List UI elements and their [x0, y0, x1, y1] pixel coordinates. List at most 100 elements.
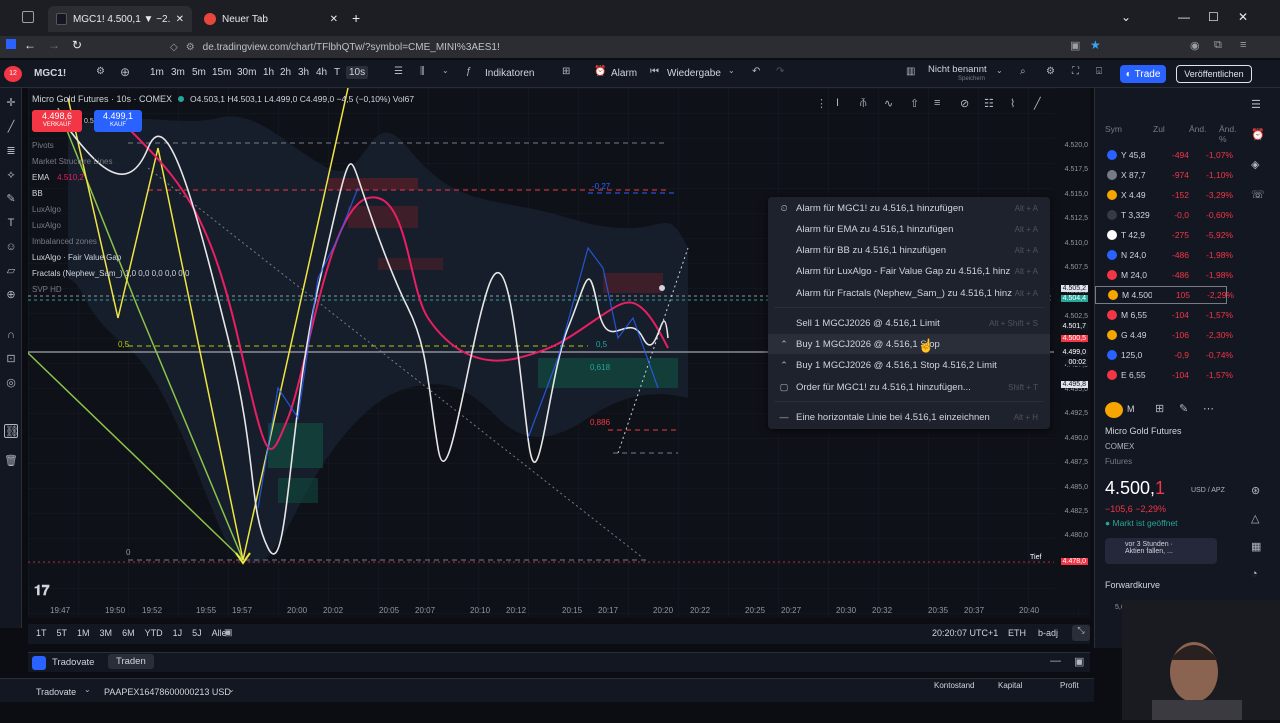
watchlist-gear-icon[interactable]: ⚙: [96, 66, 105, 77]
watchlist-row[interactable]: M 24,0 -486 -1,98%: [1095, 266, 1245, 284]
indicator-pivots[interactable]: Pivots: [32, 138, 189, 154]
text-icon[interactable]: T: [4, 216, 18, 230]
menu-item-horizontal-line[interactable]: — Eine horizontale Linie bei 4.516,1 einz…: [768, 407, 1050, 427]
col-change-pct[interactable]: Änd. %: [1219, 124, 1245, 144]
sell-button[interactable]: 4.498,6 VERKAUF: [32, 110, 82, 132]
menu-item-alarm-ema[interactable]: Alarm für EMA zu 4.516,1 hinzufügen Alt +…: [768, 219, 1050, 239]
watchlist-row[interactable]: 125,0 -0,9 -0,74%: [1095, 346, 1245, 364]
brush-icon[interactable]: ✎: [4, 192, 18, 206]
candles-icon[interactable]: ⫼: [420, 66, 425, 77]
arrow-up-tool-icon[interactable]: ⇧: [910, 97, 919, 110]
range-6m[interactable]: 6M: [122, 628, 135, 638]
range-1m[interactable]: 1M: [77, 628, 90, 638]
grid-icon[interactable]: ⊞: [1155, 402, 1164, 415]
indicators-button[interactable]: Indikatoren: [485, 68, 534, 79]
buy-button[interactable]: 4.499,1 KAUF: [94, 110, 142, 132]
watchlist-row[interactable]: E 6,55 -104 -1,57%: [1095, 366, 1245, 384]
timeframe-2h[interactable]: 2h: [280, 67, 291, 78]
ideas-icon[interactable]: △: [1251, 512, 1259, 525]
trade-button[interactable]: ◐ Trade: [1120, 65, 1166, 83]
timeframe-4h[interactable]: 4h: [316, 67, 327, 78]
reload-icon[interactable]: ↻: [72, 38, 82, 52]
menu-item-buy-stop[interactable]: ⌃ Buy 1 MGCJ2026 @ 4.516,1 Stop: [768, 334, 1050, 354]
minimize-panel-icon[interactable]: —: [1050, 655, 1061, 667]
profile-icon[interactable]: ◉: [1190, 39, 1200, 52]
col-change[interactable]: Änd.: [1189, 124, 1207, 134]
sidebar-icon[interactable]: [6, 39, 16, 49]
news-item[interactable]: vor 3 Stunden · Aktien fallen, ...: [1105, 538, 1217, 564]
site-settings-icon[interactable]: ⚙: [186, 42, 195, 53]
clock-time[interactable]: 20:20:07 UTC+1: [932, 628, 998, 638]
watchlist-row[interactable]: M 6,55 -104 -1,57%: [1095, 306, 1245, 324]
line-tool-icon[interactable]: ╱: [1034, 97, 1041, 110]
tab-new[interactable]: Neuer Tab ✕: [196, 6, 346, 32]
tab-tradingview[interactable]: MGC1! 4.500,1 ▼ −2.29% Nicht ✕: [48, 6, 192, 32]
watchlist-icon[interactable]: ☰: [1251, 98, 1261, 111]
menu-item-alarm-fractals[interactable]: Alarm für Fractals (Nephew_Sam_) zu 4.51…: [768, 283, 1050, 303]
watchlist-row[interactable]: G 4.49 -106 -2,30%: [1095, 326, 1245, 344]
back-icon[interactable]: ←: [24, 38, 36, 52]
chevron-down-icon[interactable]: ⌄: [1121, 10, 1131, 24]
detail-name[interactable]: Micro Gold Futures: [1105, 426, 1182, 436]
alerts-icon[interactable]: ⏰: [1251, 128, 1265, 141]
timeframe-1m[interactable]: 1m: [150, 67, 164, 78]
pattern-icon[interactable]: ⟡: [4, 168, 18, 182]
maximize-panel-icon[interactable]: ▣: [1074, 655, 1084, 668]
indicator-luxalgo[interactable]: LuxAlgo: [32, 202, 189, 218]
chevron-down-icon[interactable]: ⌄: [228, 685, 235, 694]
menu-item-sell-limit[interactable]: Sell 1 MGCJ2026 @ 4.516,1 Limit Alt + Shi…: [768, 313, 1050, 333]
menu-item-alarm-symbol[interactable]: ⏲ Alarm für MGC1! zu 4.516,1 hinzufügen Al…: [768, 198, 1050, 218]
layers-icon[interactable]: ◈: [1251, 158, 1259, 171]
account-broker[interactable]: Tradovate: [36, 687, 76, 697]
menu-item-alarm-fvg[interactable]: Alarm für LuxAlgo - Fair Value Gap zu 4.…: [768, 261, 1050, 281]
close-icon[interactable]: ✕: [330, 14, 338, 25]
bookmark-star-icon[interactable]: ★: [1090, 38, 1101, 52]
alarm-button[interactable]: Alarm: [611, 68, 637, 79]
fib-tool-icon[interactable]: ≡: [934, 97, 940, 109]
minimize-icon[interactable]: —: [1178, 10, 1190, 24]
price-axis[interactable]: 4.520,0 4.517,5 4.515,0 4.512,5 4.510,0 4.507…: [1030, 88, 1090, 608]
close-icon[interactable]: ✕: [176, 14, 184, 25]
wave-tool-icon[interactable]: ∿: [884, 97, 893, 110]
timeframe-1h[interactable]: 1h: [263, 67, 274, 78]
fork-tool-icon[interactable]: ⫚: [860, 97, 867, 110]
broker-name[interactable]: Tradovate: [52, 657, 94, 668]
screenshot-icon[interactable]: ▣: [1070, 39, 1080, 52]
timeframe-15m[interactable]: 15m: [212, 67, 231, 78]
fullscreen-icon[interactable]: ⛶: [1072, 66, 1079, 77]
menu-item-add-order[interactable]: ▢ Order für MGC1! zu 4.516,1 hinzufügen..…: [768, 377, 1050, 397]
crosshair-icon[interactable]: ✛: [4, 96, 18, 110]
watchlist-row[interactable]: N 24,0 -486 -1,98%: [1095, 246, 1245, 264]
indicator-bb[interactable]: BB: [32, 186, 189, 202]
watchlist-row[interactable]: T 3,329 -0,0 -0,60%: [1095, 206, 1245, 224]
watchlist-row[interactable]: X 87,7 -974 -1,10%: [1095, 166, 1245, 184]
indicator-fractals[interactable]: Fractals (Nephew_Sam_) 1,0 0,0 0,0 0,0 0…: [32, 266, 189, 282]
link-icon[interactable]: ⛓: [4, 424, 19, 438]
auto-scale-icon[interactable]: ⤡: [1072, 625, 1090, 641]
text-tool-icon[interactable]: I: [836, 97, 839, 109]
brush-tool-icon[interactable]: ⌇: [1010, 97, 1015, 110]
forward-icon[interactable]: →: [48, 38, 60, 52]
calendar-icon[interactable]: ▦: [1251, 540, 1261, 553]
watchlist-row[interactable]: M 4.500 105 -2,29%: [1095, 286, 1234, 304]
edit-icon[interactable]: ✎: [1179, 402, 1188, 415]
signal-icon[interactable]: ◔: [1251, 568, 1258, 580]
url-field[interactable]: ◇ ⚙ de.tradingview.com/chart/TFlbhQTw/?s…: [170, 38, 1110, 56]
hotlist-icon[interactable]: ⊛: [1251, 484, 1260, 497]
indicator-luxalgo-2[interactable]: LuxAlgo: [32, 218, 189, 234]
lock-icon[interactable]: ⊡: [4, 352, 18, 366]
indicator-fvg[interactable]: LuxAlgo · Fair Value Gap: [32, 250, 189, 266]
menu-icon[interactable]: ≡: [1240, 39, 1246, 51]
menu-item-buy-stop-limit[interactable]: ⌃ Buy 1 MGCJ2026 @ 4.516,1 Stop 4.516,2 L…: [768, 355, 1050, 375]
magnet-icon[interactable]: ∩: [4, 328, 18, 342]
zoom-icon[interactable]: ⊕: [4, 288, 18, 302]
legend-title[interactable]: Micro Gold Futures · 10s · COMEX: [32, 94, 172, 104]
col-last[interactable]: Zul: [1153, 124, 1165, 134]
timeframe-tick[interactable]: T: [334, 67, 340, 78]
account-id[interactable]: PAAPEX16478600000213 USD: [104, 687, 231, 697]
trash-icon[interactable]: 🗑: [4, 454, 18, 468]
gear-icon[interactable]: ⚙: [1046, 66, 1055, 77]
date-range-icon[interactable]: ▣: [224, 627, 233, 638]
bar-type-icon[interactable]: ☰: [394, 66, 403, 77]
timeframe-30m[interactable]: 30m: [237, 67, 256, 78]
